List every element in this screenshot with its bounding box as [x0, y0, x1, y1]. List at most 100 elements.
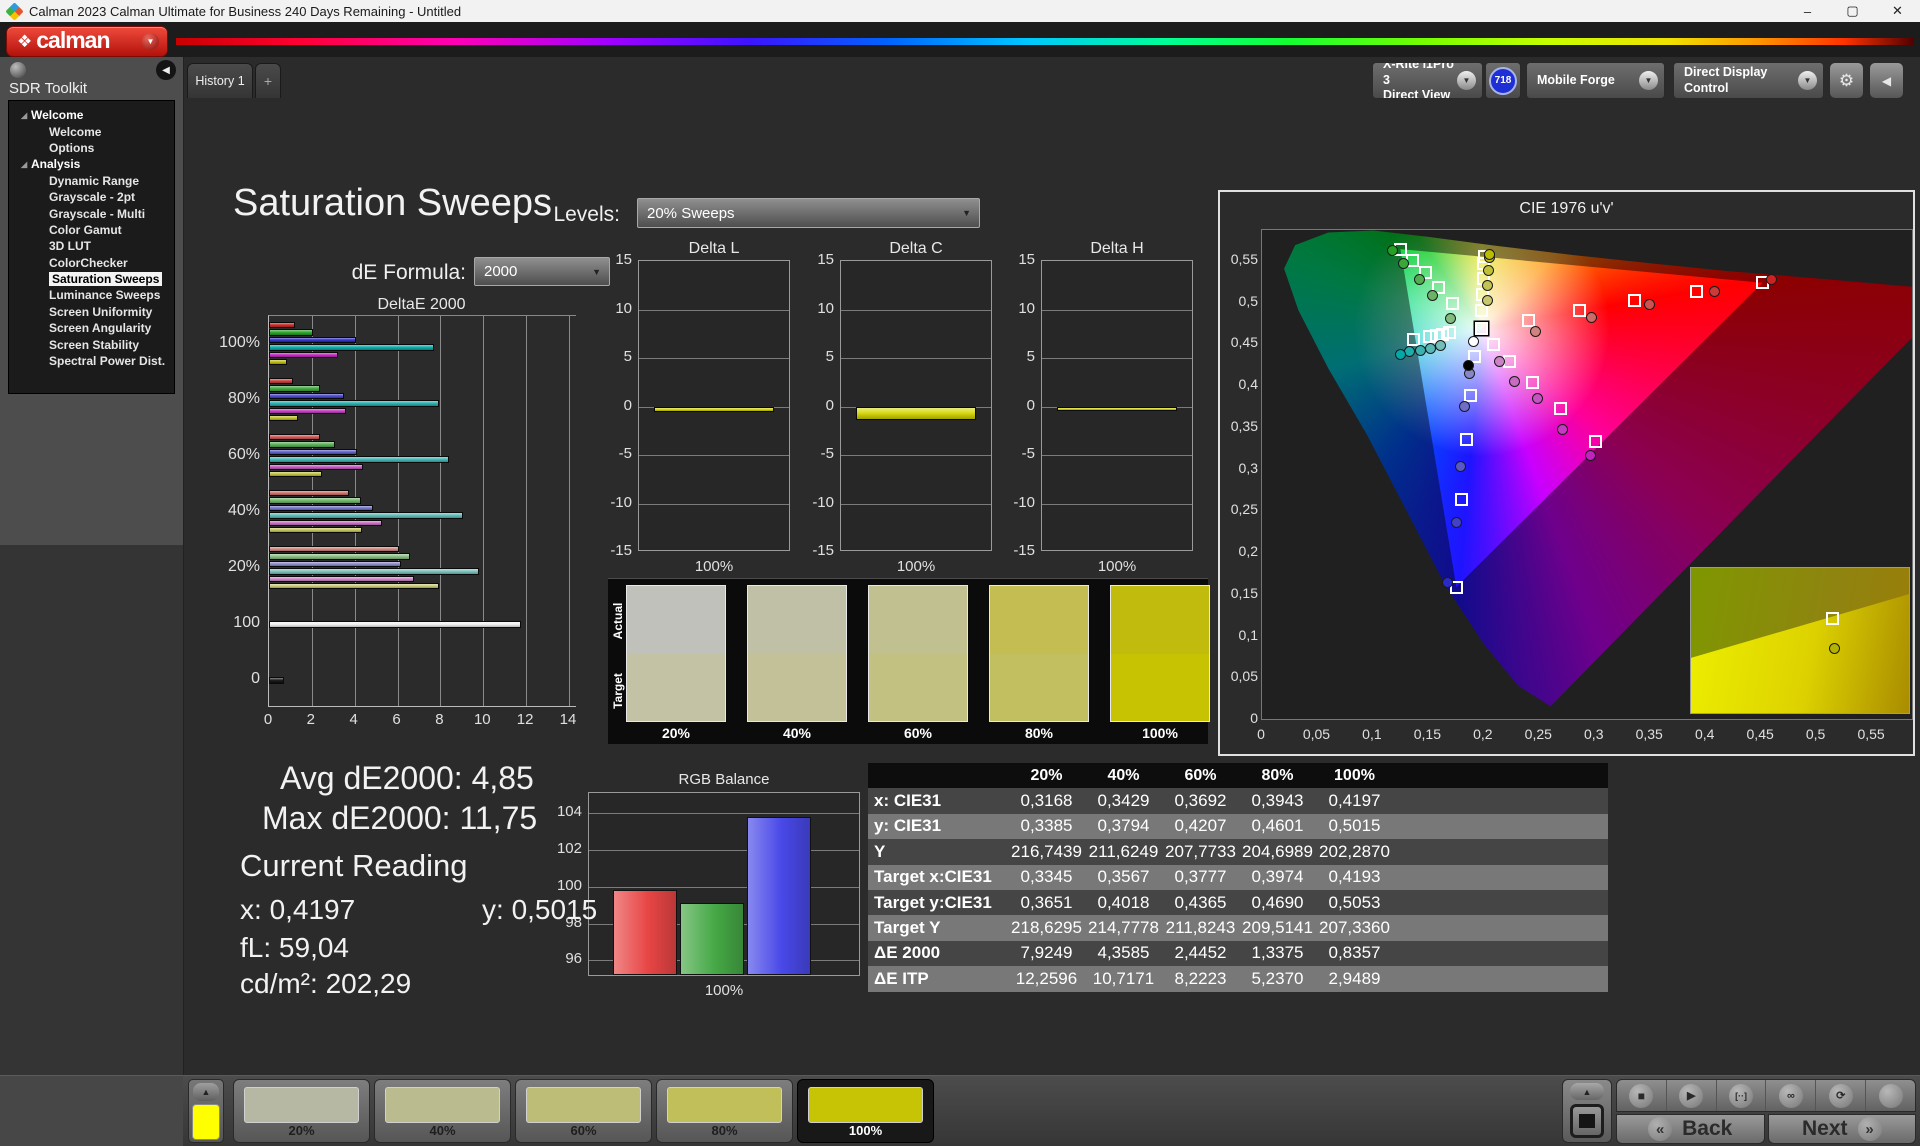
maximize-button[interactable]: ▢: [1830, 0, 1875, 22]
cie-inset-zoom: [1690, 567, 1910, 714]
continuous-button[interactable]: ∞: [1766, 1080, 1817, 1111]
deltaL-chart-title: Delta L: [688, 240, 740, 257]
results-cell: 204,6989: [1242, 841, 1313, 861]
source-device-dropdown[interactable]: Mobile Forge ▼: [1526, 62, 1665, 99]
deltae-group-label: 100: [233, 614, 260, 631]
deltae-bar-yellow-20%: [269, 583, 439, 590]
rgb-bar-green: [680, 903, 744, 975]
level-swatch-button-60%[interactable]: 60%: [515, 1079, 652, 1143]
cie-ytick-label: 0,2: [1238, 543, 1258, 560]
deltae-chart-plot: [268, 315, 576, 707]
sidebar-item-saturation-sweeps[interactable]: Saturation Sweeps: [9, 271, 174, 287]
de-formula-dropdown[interactable]: 2000 ▼: [474, 257, 610, 286]
sidebar-item-welcome[interactable]: ◢ Welcome: [9, 107, 174, 123]
sidebar-item-screen-stability[interactable]: Screen Stability: [9, 336, 174, 352]
sidebar-item-options[interactable]: Options: [9, 140, 174, 156]
sidebar-item-welcome[interactable]: Welcome: [9, 123, 174, 139]
deltaH-gridline: [1042, 309, 1192, 311]
patch-up-button[interactable]: ▲: [193, 1083, 219, 1101]
add-tab-button[interactable]: +: [255, 63, 281, 98]
tab-history-1[interactable]: History 1: [187, 63, 253, 98]
sidebar-item-color-gamut[interactable]: Color Gamut: [9, 222, 174, 238]
rgb-xlabel: 100%: [704, 982, 744, 999]
deltae-xtick-label: 10: [473, 711, 491, 728]
results-header-40%: 40%: [1107, 766, 1140, 784]
sidebar-item-label: Saturation Sweeps: [49, 272, 163, 287]
sidebar-item-colorchecker[interactable]: ColorChecker: [9, 255, 174, 271]
sidebar-item-dynamic-range[interactable]: Dynamic Range: [9, 173, 174, 189]
deltae-bar-yellow-40%: [269, 527, 363, 534]
minimize-button[interactable]: –: [1785, 0, 1830, 22]
calman-menu-button[interactable]: ❖ calman ▼: [6, 26, 168, 57]
close-button[interactable]: ✕: [1875, 0, 1920, 22]
back-button[interactable]: « Back: [1616, 1114, 1765, 1144]
deltaC-chart-title: Delta C: [889, 240, 943, 257]
results-cell: 0,3943: [1251, 791, 1304, 811]
play-button[interactable]: ▶: [1667, 1080, 1717, 1111]
cie-target-yellow-20: [1475, 304, 1489, 318]
level-swatch-color: [244, 1087, 359, 1123]
patch-window-button[interactable]: [1570, 1104, 1604, 1138]
target-swatch-100%: [1110, 654, 1210, 722]
cie-measured-magenta-100: [1584, 449, 1596, 461]
deltaL-gridline: [639, 309, 789, 311]
display-control-dropdown[interactable]: Direct Display Control ▼: [1673, 62, 1824, 99]
deltae-group-label: 80%: [227, 390, 260, 407]
tree-expander-icon[interactable]: ◢: [21, 111, 31, 120]
level-swatch-label: 80%: [711, 1123, 738, 1138]
deltae-chart-title: DeltaE 2000: [377, 296, 466, 313]
deltae-bar-green-20%: [269, 553, 411, 560]
level-swatch-button-80%[interactable]: 80%: [656, 1079, 793, 1143]
level-swatch-button-100%[interactable]: 100%: [797, 1079, 934, 1143]
sidebar-item-screen-angularity[interactable]: Screen Angularity: [9, 320, 174, 336]
panel-collapse-button[interactable]: ◀: [1869, 62, 1904, 99]
sidebar-item-luminance-sweeps[interactable]: Luminance Sweeps: [9, 287, 174, 303]
deltaH-ytick-label: 15: [1018, 251, 1035, 268]
results-cell: 211,6249: [1088, 841, 1159, 861]
display-control-name: Direct Display Control: [1684, 64, 1768, 95]
cie-target-red-60: [1628, 294, 1642, 308]
sidebar-collapse-button[interactable]: ◀: [156, 60, 176, 80]
tree-expander-icon[interactable]: ◢: [21, 160, 31, 169]
cie-ytick-label: 0,45: [1230, 334, 1258, 351]
chevron-down-icon: ▼: [1457, 71, 1476, 90]
interval-button[interactable]: [··]: [1717, 1080, 1767, 1111]
cie-xtick-label: 0,55: [1857, 726, 1885, 742]
results-cell: 218,6295: [1011, 918, 1082, 938]
sidebar-item-screen-uniformity[interactable]: Screen Uniformity: [9, 304, 174, 320]
sidebar-item-spectral-power-dist-[interactable]: Spectral Power Dist.: [9, 353, 174, 369]
results-header-20%: 20%: [1030, 766, 1063, 784]
meter-device-dropdown[interactable]: X-Rite i1Pro 3 Direct View ▼: [1372, 62, 1483, 99]
level-swatch-button-20%[interactable]: 20%: [233, 1079, 370, 1143]
sidebar-item-label: Welcome: [49, 124, 102, 139]
settings-gear-button[interactable]: ⚙: [1829, 62, 1864, 99]
cie-xtick-label: 0,1: [1362, 726, 1382, 742]
rgb-ytick-label: 100: [556, 876, 582, 894]
results-row-6: Target Y 218,6295 214,7778 211,8243 209,5141…: [868, 915, 1608, 941]
deltaC-ytick-label: -15: [812, 542, 834, 559]
patch-up-button[interactable]: ▲: [1570, 1083, 1604, 1100]
sidebar-item-3d-lut[interactable]: 3D LUT: [9, 238, 174, 254]
sidebar-item-label: Options: [49, 140, 95, 155]
cie-measured-red-60: [1643, 298, 1655, 310]
reading-fl-stat: fL: 59,04: [240, 932, 349, 963]
levels-dropdown[interactable]: 20% Sweeps ▼: [637, 198, 980, 228]
stop-button[interactable]: ■: [1617, 1080, 1667, 1111]
sidebar-item-analysis[interactable]: ◢ Analysis: [9, 156, 174, 172]
chevron-down-icon: ▼: [1639, 71, 1658, 90]
results-cell: 2,4452: [1174, 943, 1227, 963]
cie-xtick-label: 0,35: [1635, 726, 1663, 742]
refresh-button[interactable]: ⟳: [1816, 1080, 1867, 1111]
sidebar-item-grayscale-2pt[interactable]: Grayscale - 2pt: [9, 189, 174, 205]
results-cell: 5,2370: [1251, 968, 1304, 988]
actual-axis-label: Actual: [611, 602, 625, 640]
level-swatch-button-40%[interactable]: 40%: [374, 1079, 511, 1143]
rgb-bar-blue: [747, 816, 811, 975]
actual-target-strip: Actual Target 20% 40% 60% 80% 100%: [608, 578, 1210, 744]
sidebar-item-grayscale-multi[interactable]: Grayscale - Multi: [9, 205, 174, 221]
deltaL-ytick-label: -5: [618, 445, 632, 462]
next-button[interactable]: Next »: [1767, 1114, 1916, 1144]
sidebar-options-button[interactable]: [10, 62, 26, 78]
results-cell: 0,5015: [1328, 816, 1381, 836]
rgb-gridline: [589, 850, 859, 852]
